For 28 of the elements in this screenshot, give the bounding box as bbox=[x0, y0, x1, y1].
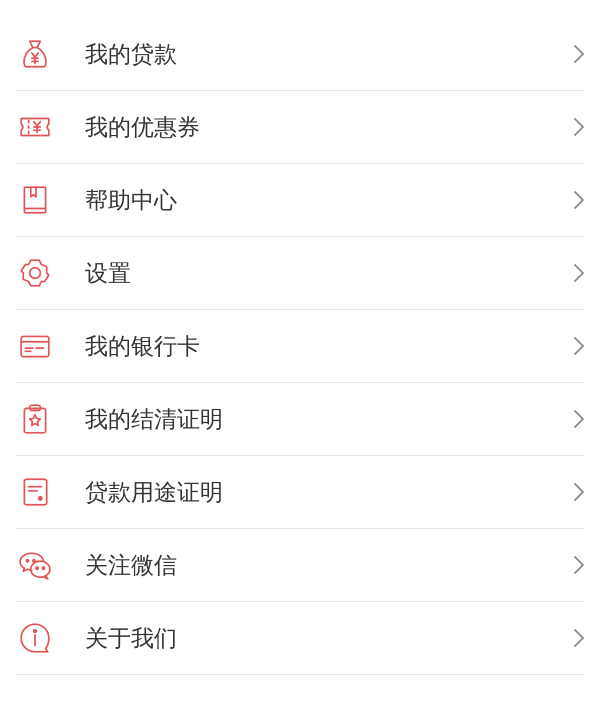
chevron-right-icon bbox=[573, 336, 585, 356]
menu-item[interactable]: 帮助中心 bbox=[15, 164, 585, 237]
menu-item[interactable]: 设置 bbox=[15, 237, 585, 310]
chevron-right-icon bbox=[573, 555, 585, 575]
menu-item[interactable]: 我的结清证明 bbox=[15, 383, 585, 456]
menu-label: 关注微信 bbox=[85, 552, 178, 580]
chevron-right-icon bbox=[573, 44, 585, 64]
chevron-right-icon bbox=[573, 263, 585, 283]
chevron-right-icon bbox=[573, 628, 585, 648]
chevron-right-icon bbox=[573, 190, 585, 210]
chevron-right-icon bbox=[573, 117, 585, 137]
menu-item[interactable]: 我的贷款 bbox=[15, 18, 585, 91]
info-icon bbox=[18, 621, 52, 655]
menu-label: 我的银行卡 bbox=[85, 332, 201, 362]
menu-label: 贷款用途证明 bbox=[85, 478, 224, 508]
menu-item[interactable]: 关于我们 bbox=[15, 602, 585, 675]
chevron-right-icon bbox=[573, 409, 585, 429]
menu-item[interactable]: 我的优惠券 bbox=[15, 91, 585, 164]
menu-label: 关于我们 bbox=[85, 624, 178, 654]
menu-item[interactable]: 我的银行卡 bbox=[15, 310, 585, 383]
menu-label: 帮助中心 bbox=[85, 186, 178, 216]
menu-label: 我的结清证明 bbox=[85, 406, 224, 434]
menu-label: 我的优惠券 bbox=[85, 114, 201, 142]
menu-label: 设置 bbox=[85, 260, 132, 288]
menu-item[interactable]: 贷款用途证明 bbox=[15, 456, 585, 529]
chevron-right-icon bbox=[573, 482, 585, 502]
menu-label: 我的贷款 bbox=[85, 40, 178, 70]
menu-item[interactable]: 关注微信 bbox=[15, 529, 585, 602]
